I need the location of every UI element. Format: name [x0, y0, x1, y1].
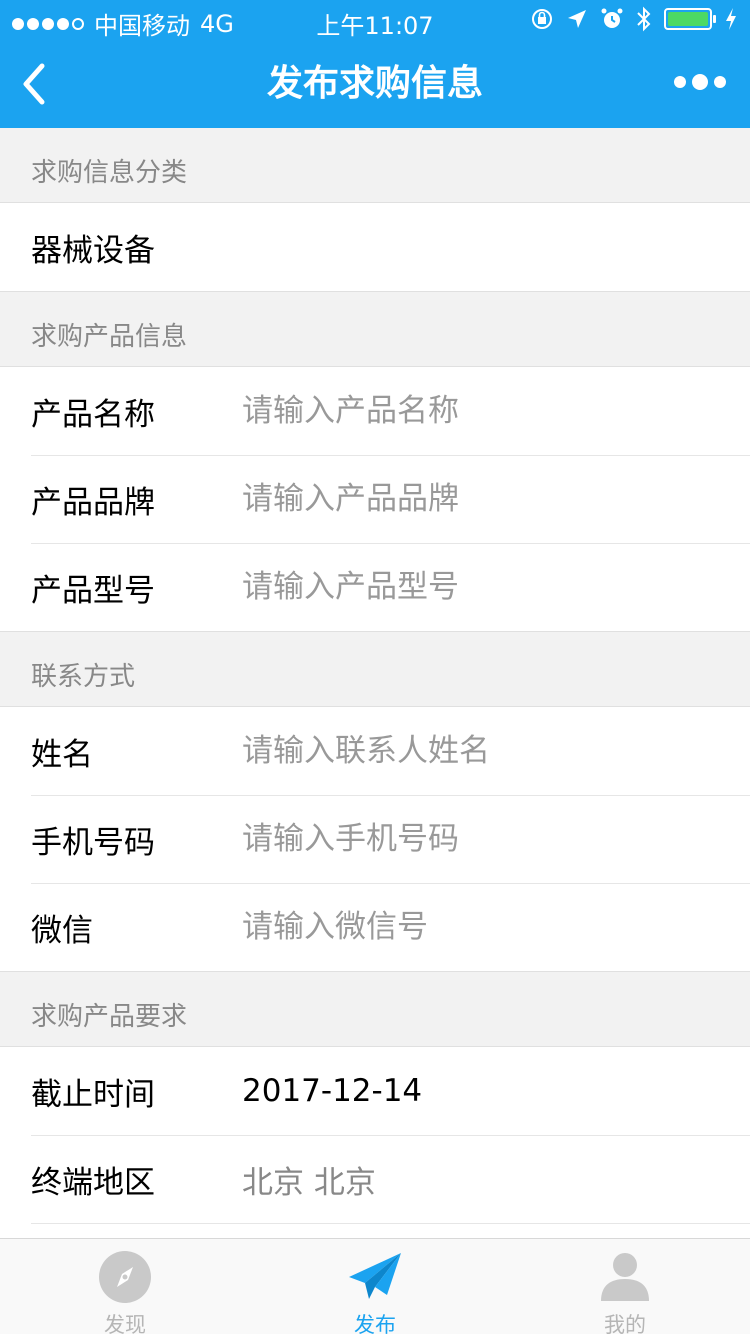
- form-content[interactable]: 求购信息分类 器械设备 求购产品信息 产品名称 产品品牌 产品型号 联系方式 姓…: [0, 128, 750, 1238]
- contact-group: 姓名 手机号码 微信: [0, 707, 750, 972]
- product-brand-row: 产品品牌: [0, 455, 750, 543]
- deadline-row[interactable]: 截止时间 2017-12-14: [0, 1047, 750, 1135]
- product-model-row: 产品型号: [0, 543, 750, 631]
- top-bar: 中国移动 4G 上午11:07 发布求购信息: [0, 0, 750, 128]
- product-name-row: 产品名称: [0, 367, 750, 455]
- tab-discover-label: 发现: [104, 1313, 146, 1334]
- product-model-input[interactable]: [242, 569, 722, 605]
- category-group: 器械设备: [0, 203, 750, 292]
- contact-name-label: 姓名: [31, 736, 93, 773]
- product-name-label: 产品名称: [31, 396, 155, 433]
- section-header-contact: 联系方式: [0, 632, 750, 707]
- region-value: 北京 北京: [242, 1164, 376, 1201]
- phone-row: 手机号码: [0, 795, 750, 883]
- battery-icon: [664, 8, 716, 30]
- requirements-group: 截止时间 2017-12-14 终端地区 北京 北京: [0, 1047, 750, 1238]
- tab-mine[interactable]: 我的: [500, 1239, 750, 1334]
- compass-icon: [99, 1251, 151, 1303]
- region-label: 终端地区: [31, 1164, 155, 1201]
- category-row[interactable]: 器械设备: [0, 203, 750, 291]
- wechat-label: 微信: [31, 912, 93, 949]
- tab-publish-label: 发布: [354, 1313, 396, 1334]
- person-icon: [601, 1253, 649, 1301]
- tab-bar: 发现 发布 我的: [0, 1238, 750, 1334]
- region-row[interactable]: 终端地区 北京 北京: [0, 1135, 750, 1223]
- category-value: 器械设备: [31, 232, 155, 269]
- status-right: [530, 6, 738, 32]
- product-brand-input[interactable]: [242, 481, 722, 517]
- contact-name-row: 姓名: [0, 707, 750, 795]
- section-header-product: 求购产品信息: [0, 292, 750, 367]
- deadline-value: 2017-12-14: [242, 1073, 423, 1109]
- product-brand-label: 产品品牌: [31, 484, 155, 521]
- rotation-lock-icon: [532, 9, 552, 29]
- wechat-input[interactable]: [242, 909, 722, 945]
- phone-label: 手机号码: [31, 824, 155, 861]
- charging-bolt-icon: [726, 8, 736, 30]
- product-name-input[interactable]: [242, 393, 722, 429]
- next-row[interactable]: [0, 1223, 750, 1238]
- alarm-clock-icon: [601, 8, 623, 28]
- nav-bar: 发布求购信息: [0, 40, 750, 128]
- more-dots-icon[interactable]: [674, 74, 726, 90]
- bluetooth-icon: [637, 6, 651, 32]
- paper-plane-icon: [349, 1253, 401, 1299]
- tab-mine-label: 我的: [604, 1313, 646, 1334]
- page-title: 发布求购信息: [266, 63, 483, 104]
- location-arrow-icon: [568, 10, 586, 28]
- deadline-label: 截止时间: [31, 1076, 155, 1113]
- status-bar: 中国移动 4G 上午11:07: [0, 0, 750, 40]
- phone-input[interactable]: [242, 821, 722, 857]
- tab-discover[interactable]: 发现: [0, 1239, 250, 1334]
- section-header-requirements: 求购产品要求: [0, 972, 750, 1047]
- section-header-category: 求购信息分类: [0, 128, 750, 203]
- contact-name-input[interactable]: [242, 733, 722, 769]
- tab-publish[interactable]: 发布: [250, 1239, 500, 1334]
- wechat-row: 微信: [0, 883, 750, 971]
- product-group: 产品名称 产品品牌 产品型号: [0, 367, 750, 632]
- product-model-label: 产品型号: [31, 572, 155, 609]
